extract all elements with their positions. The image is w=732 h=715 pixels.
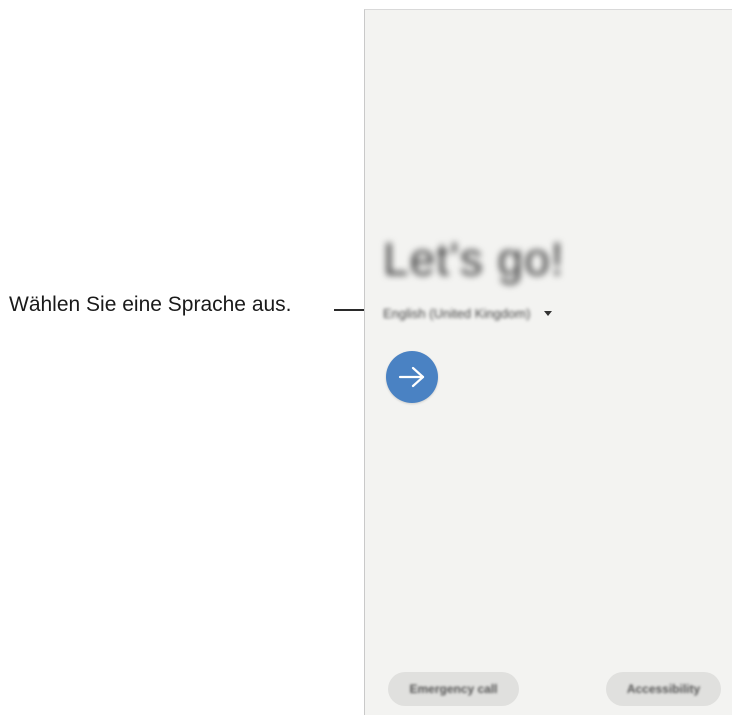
manual-illustration: Wählen Sie eine Sprache aus. Let's go! E… (0, 0, 732, 715)
language-dropdown[interactable]: English (United Kingdom) (383, 302, 553, 324)
emergency-call-label: Emergency call (409, 682, 498, 696)
emergency-call-button[interactable]: Emergency call (388, 672, 519, 706)
welcome-title: Let's go! (383, 233, 565, 285)
next-button[interactable] (386, 351, 438, 403)
phone-screen: Let's go! English (United Kingdom) Emerg… (364, 9, 732, 715)
accessibility-label: Accessibility (626, 682, 701, 696)
language-selected-value: English (United Kingdom) (383, 305, 531, 321)
arrow-right-icon (397, 365, 427, 389)
callout-label: Wählen Sie eine Sprache aus. (9, 293, 292, 316)
accessibility-button[interactable]: Accessibility (606, 672, 721, 706)
chevron-down-icon (544, 310, 553, 316)
